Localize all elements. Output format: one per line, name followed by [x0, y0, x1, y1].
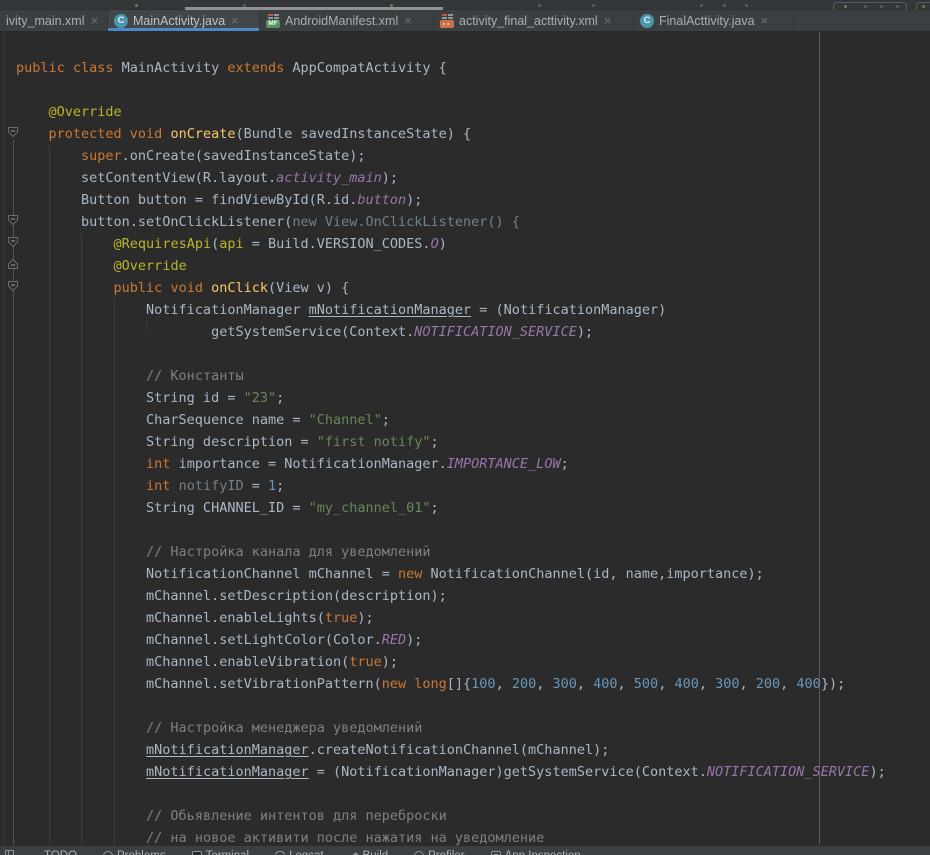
- close-tab-icon[interactable]: ×: [761, 16, 769, 26]
- code-line: [16, 79, 886, 101]
- code-line: setContentView(R.layout.activity_main);: [16, 167, 886, 189]
- code-line: public void onClick(View v) {: [16, 277, 886, 299]
- tool-window-button-problems[interactable]: Problems: [103, 850, 166, 855]
- tool-window-label: App Inspection: [505, 850, 581, 855]
- code-editor[interactable]: public class MainActivity extends AppCom…: [0, 32, 930, 845]
- file-badge: MF: [266, 20, 280, 28]
- code-line: public class MainActivity extends AppCom…: [16, 57, 886, 79]
- editor-tab-mainactivity-java[interactable]: C MainActivity.java ×: [108, 10, 260, 31]
- main-toolbar-strip: [0, 0, 930, 10]
- tool-window-button-build[interactable]: Build: [350, 850, 389, 855]
- file-badge: [440, 20, 454, 28]
- tab-label: MainActivity.java: [133, 14, 225, 28]
- tool-window-bar: TODO Problems Terminal Logcat Build Profiler A…: [0, 845, 930, 855]
- tab-label: activity_final_acttivity.xml: [459, 14, 598, 28]
- code-line: NotificationChannel mChannel = new Notif…: [16, 563, 886, 585]
- toolbar-dot-icon: [135, 4, 138, 7]
- editor-tab-androidmanifest-xml[interactable]: MF AndroidManifest.xml ×: [260, 10, 434, 31]
- profiler-icon: [414, 851, 424, 855]
- tab-label: ivity_main.xml: [6, 14, 85, 28]
- tool-window-label: Terminal: [206, 850, 249, 855]
- code-line: button.setOnClickListener(new View.OnCli…: [16, 211, 886, 233]
- toolbar-dot-icon: [896, 5, 899, 8]
- code-line: Button button = findViewById(R.id.button…: [16, 189, 886, 211]
- code-line: super.onCreate(savedInstanceState);: [16, 145, 886, 167]
- tool-window-label: TODO: [44, 850, 77, 855]
- tool-window-button-logcat[interactable]: Logcat: [275, 850, 324, 855]
- code-line: // Константы: [16, 365, 886, 387]
- code-line: [16, 519, 886, 541]
- tool-window-label: Profiler: [428, 850, 464, 855]
- close-tab-icon[interactable]: ×: [404, 16, 412, 26]
- code-line: mChannel.setDescription(description);: [16, 585, 886, 607]
- code-line: @Override: [16, 101, 886, 123]
- close-tab-icon[interactable]: ×: [231, 16, 239, 26]
- code-line: int notifyID = 1;: [16, 475, 886, 497]
- code-line: @Override: [16, 255, 886, 277]
- editor-tab-bar: ivity_main.xml × C MainActivity.java × MF Andr…: [0, 10, 930, 32]
- tool-window-label: Problems: [117, 850, 166, 855]
- run-icon: [844, 5, 847, 8]
- close-tab-icon[interactable]: ×: [91, 16, 99, 26]
- code-line: // на новое активити после нажатия на ув…: [16, 827, 886, 845]
- toolbar-dot-icon: [700, 4, 703, 7]
- tool-window-button-app-inspection[interactable]: App Inspection: [491, 850, 581, 855]
- tool-window-button-todo[interactable]: TODO: [30, 850, 77, 855]
- code-line: String id = "23";: [16, 387, 886, 409]
- code-line: // Обьявление интентов для переброски: [16, 805, 886, 827]
- tool-window-label: Build: [363, 850, 389, 855]
- editor-tab-activity-final-acttivity-xml[interactable]: activity_final_acttivity.xml ×: [434, 10, 634, 31]
- code-text: public class MainActivity extends AppCom…: [16, 57, 886, 845]
- code-line: protected void onCreate(Bundle savedInst…: [16, 123, 886, 145]
- toolbar-dot-icon: [745, 4, 748, 7]
- problems-icon: [103, 851, 113, 855]
- code-line: getSystemService(Context.NOTIFICATION_SE…: [16, 321, 886, 343]
- file-lines-decoration: [268, 14, 273, 16]
- code-line: mChannel.enableLights(true);: [16, 607, 886, 629]
- code-line: mNotificationManager.createNotificationC…: [16, 739, 886, 761]
- code-line: mChannel.enableVibration(true);: [16, 651, 886, 673]
- code-line: [16, 343, 886, 365]
- code-line: NotificationManager mNotificationManager…: [16, 299, 886, 321]
- code-line: // Настройка менеджера уведомлений: [16, 717, 886, 739]
- class-icon: C: [114, 14, 128, 28]
- toolbar-dot-icon: [864, 5, 867, 8]
- code-line: [16, 783, 886, 805]
- terminal-icon: [192, 851, 202, 855]
- code-line: CharSequence name = "Channel";: [16, 409, 886, 431]
- tool-window-button-profiler[interactable]: Profiler: [414, 850, 464, 855]
- code-line: mNotificationManager = (NotificationMana…: [16, 761, 886, 783]
- code-line: mChannel.setVibrationPattern(new long[]{…: [16, 673, 886, 695]
- code-line: [16, 695, 886, 717]
- toolbar-dot-icon: [723, 4, 726, 7]
- layout-file-icon: [440, 13, 454, 28]
- code-line: @RequiresApi(api = Build.VERSION_CODES.O…: [16, 233, 886, 255]
- toolbar-dot-icon: [922, 5, 925, 8]
- tool-window-button-terminal[interactable]: Terminal: [192, 850, 249, 855]
- app-inspection-icon: [491, 851, 501, 855]
- tool-window-stripe-icon[interactable]: [5, 850, 14, 855]
- class-icon: C: [640, 14, 654, 28]
- file-lines-decoration: [442, 14, 447, 16]
- code-line: mChannel.setLightColor(Color.RED);: [16, 629, 886, 651]
- code-line: String description = "first notify";: [16, 431, 886, 453]
- tab-label: AndroidManifest.xml: [285, 14, 398, 28]
- toolbar-dot-icon: [538, 4, 541, 7]
- gutter-border: [3, 32, 4, 845]
- code-line: int importance = NotificationManager.IMP…: [16, 453, 886, 475]
- tab-label: FinalActtivity.java: [659, 14, 755, 28]
- toolbar-dot-icon: [592, 4, 595, 7]
- code-line: String CHANNEL_ID = "my_channel_01";: [16, 497, 886, 519]
- manifest-file-icon: MF: [266, 13, 280, 28]
- code-line: // Настройка канала для уведомлений: [16, 541, 886, 563]
- tool-window-label: Logcat: [289, 850, 324, 855]
- editor-tab-finalacttivity-java[interactable]: C FinalActtivity.java ×: [634, 10, 794, 31]
- toolbar-dot-icon: [880, 5, 883, 8]
- android-studio-window: ivity_main.xml × C MainActivity.java × MF Andr…: [0, 0, 930, 855]
- logcat-icon: [275, 851, 285, 855]
- close-tab-icon[interactable]: ×: [604, 16, 612, 26]
- editor-tab-ivity-main-xml[interactable]: ivity_main.xml ×: [0, 10, 108, 31]
